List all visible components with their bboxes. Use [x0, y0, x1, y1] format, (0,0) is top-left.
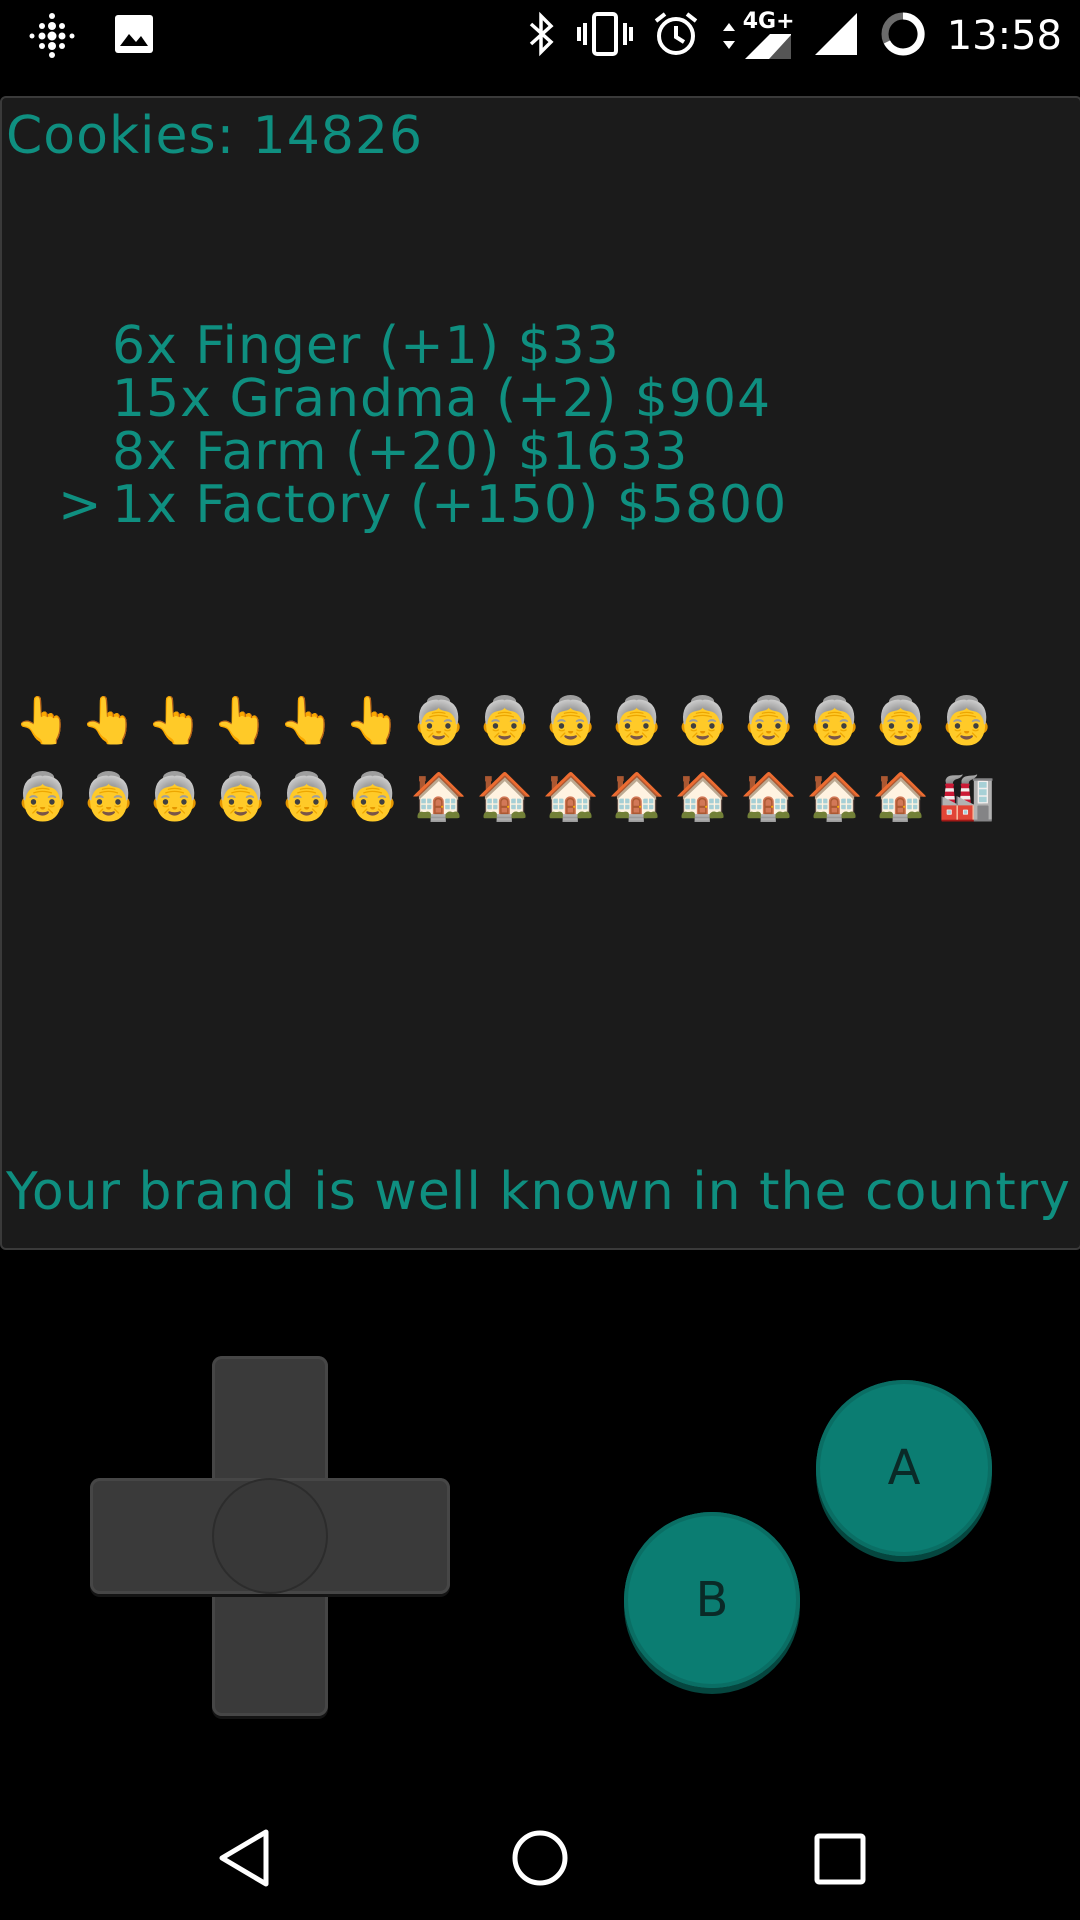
grandma-icon: 👵 [410, 692, 468, 747]
signal-icon [813, 11, 859, 61]
grandma-icon: 👵 [344, 768, 402, 823]
finger-icon: 👆 [278, 692, 336, 747]
signal-4g-icon: 4G+ [719, 9, 797, 61]
shop-item-label: 1x Factory (+150) $5800 [112, 475, 788, 535]
farm-house-icon: 🏠 [608, 768, 666, 823]
shop-item-label: 15x Grandma (+2) $904 [112, 369, 772, 429]
status-message: Your brand is well known in the country [6, 1162, 1071, 1222]
farm-house-icon: 🏠 [872, 768, 930, 823]
dpad[interactable] [90, 1356, 450, 1716]
grandma-icon: 👵 [80, 768, 138, 823]
finger-icon: 👆 [212, 692, 270, 747]
finger-icon: 👆 [80, 692, 138, 747]
selection-cursor: > [58, 475, 103, 535]
shop-item-farm[interactable]: 8x Farm (+20) $1633 [58, 426, 787, 479]
network-type-label: 4G+ [740, 9, 797, 34]
farm-house-icon: 🏠 [542, 768, 600, 823]
shop-item-label: 6x Finger (+1) $33 [112, 316, 620, 376]
alarm-icon [653, 11, 699, 61]
farm-house-icon: 🏠 [806, 768, 864, 823]
shop-item-finger[interactable]: 6x Finger (+1) $33 [58, 320, 787, 373]
grandma-icon: 👵 [278, 768, 336, 823]
cookies-counter: Cookies: 14826 [6, 106, 424, 166]
farm-house-icon: 🏠 [740, 768, 798, 823]
grandma-icon: 👵 [938, 692, 996, 747]
owned-items-row-top: 👆 👆 👆 👆 👆 👆 👵 👵 👵 👵 👵 👵 👵 👵 👵 [10, 682, 1010, 758]
grandma-icon: 👵 [146, 768, 204, 823]
finger-icon: 👆 [344, 692, 402, 747]
shop-item-label: 8x Farm (+20) $1633 [112, 422, 689, 482]
grandma-icon: 👵 [212, 768, 270, 823]
vibrate-icon [576, 11, 633, 61]
fitbit-icon [26, 10, 78, 62]
bluetooth-icon [527, 11, 557, 61]
finger-icon: 👆 [146, 692, 204, 747]
status-bar: 4G+ 13:58 [0, 0, 1080, 72]
shop-menu: 6x Finger (+1) $33 15x Grandma (+2) $904… [58, 320, 787, 532]
farm-house-icon: 🏠 [674, 768, 732, 823]
recents-icon[interactable] [812, 1826, 868, 1894]
grandma-icon: 👵 [872, 692, 930, 747]
grandma-icon: 👵 [542, 692, 600, 747]
owned-items-row-bottom: 👵 👵 👵 👵 👵 👵 🏠 🏠 🏠 🏠 🏠 🏠 🏠 🏠 🏭 [10, 758, 1010, 834]
grandma-icon: 👵 [608, 692, 666, 747]
shop-item-grandma[interactable]: 15x Grandma (+2) $904 [58, 373, 787, 426]
clock: 13:58 [946, 13, 1062, 59]
grandma-icon: 👵 [674, 692, 732, 747]
factory-icon: 🏭 [938, 768, 996, 823]
farm-house-icon: 🏠 [476, 768, 534, 823]
grandma-icon: 👵 [476, 692, 534, 747]
image-icon [114, 14, 154, 58]
selection-cursor-slot [58, 320, 112, 373]
battery-ring-icon [879, 10, 927, 62]
grandma-icon: 👵 [740, 692, 798, 747]
home-icon[interactable] [510, 1826, 570, 1894]
grandma-icon: 👵 [806, 692, 864, 747]
a-button[interactable]: A [816, 1380, 992, 1556]
shop-item-factory[interactable]: > 1x Factory (+150) $5800 [58, 479, 787, 532]
farm-house-icon: 🏠 [410, 768, 468, 823]
game-screen[interactable]: Cookies: 14826 6x Finger (+1) $33 15x Gr… [0, 96, 1080, 1250]
b-button[interactable]: B [624, 1512, 800, 1688]
grandma-icon: 👵 [14, 768, 72, 823]
navigation-bar [0, 1800, 1080, 1920]
back-icon[interactable] [214, 1826, 274, 1894]
selection-cursor-slot [58, 373, 112, 426]
dpad-center [212, 1478, 328, 1594]
finger-icon: 👆 [14, 692, 72, 747]
owned-items-display: 👆 👆 👆 👆 👆 👆 👵 👵 👵 👵 👵 👵 👵 👵 👵 👵 👵 👵 👵 👵 👵 🏠 🏠 🏠 🏠 🏠 🏠 🏠 🏠 🏭 [10, 682, 1010, 912]
selection-cursor-slot [58, 426, 112, 479]
